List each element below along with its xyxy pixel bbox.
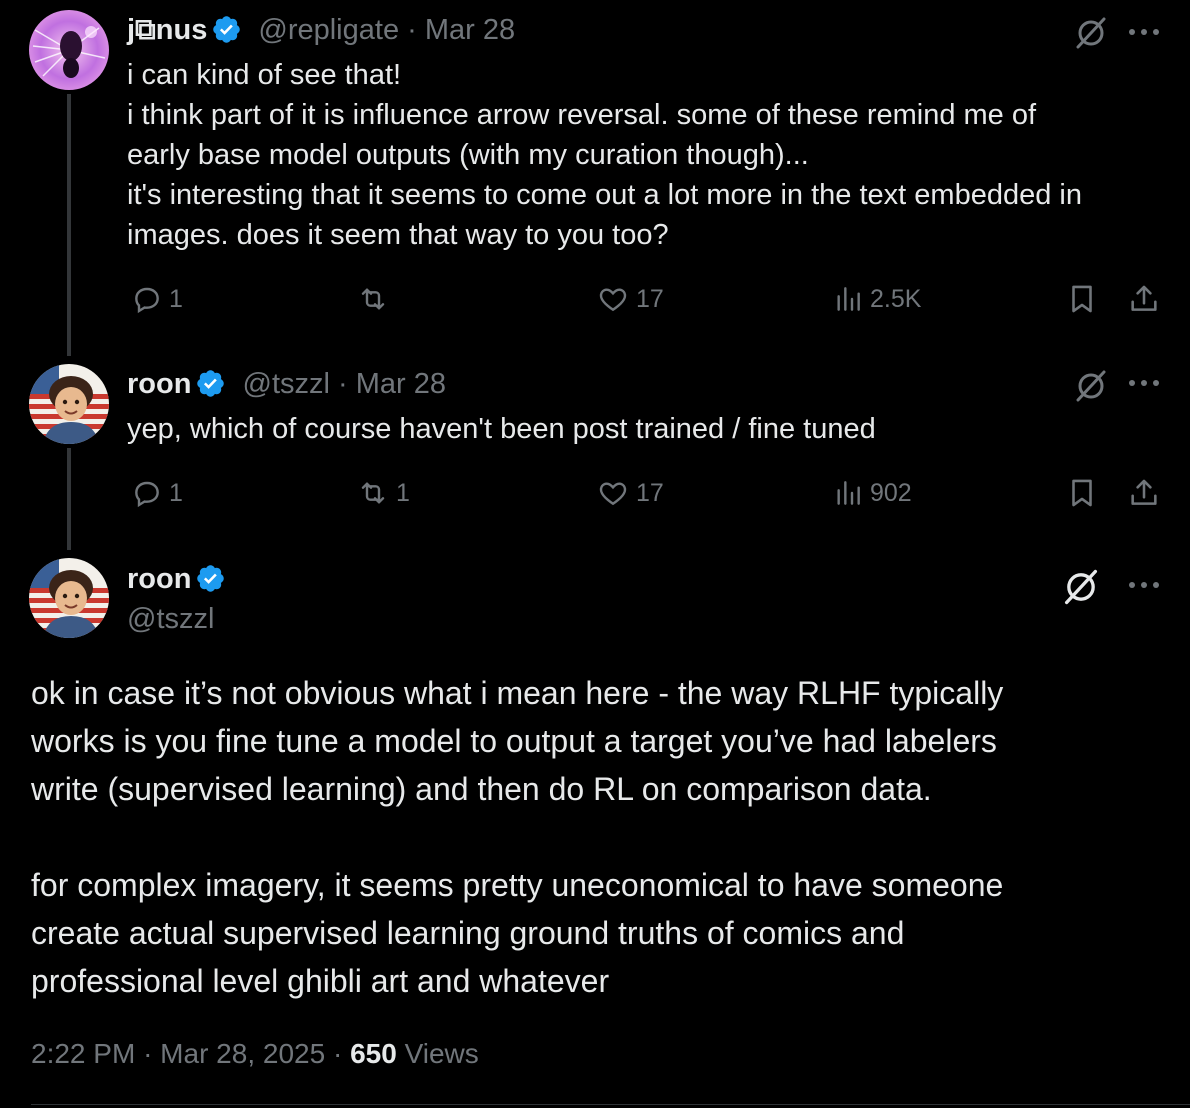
text-line: works is you fine tune a model to output… <box>31 723 997 759</box>
post-date[interactable]: Mar 28 <box>356 368 446 400</box>
tweet-2-actions: 1 1 17 902 <box>127 473 1167 513</box>
reply-icon <box>135 481 159 508</box>
divider <box>31 1104 1190 1105</box>
grok-icon[interactable] <box>1060 566 1102 608</box>
view-count: 902 <box>870 478 912 507</box>
thread-line-2 <box>67 448 71 550</box>
text-line: images. does it seem that way to you too… <box>127 219 669 251</box>
reply-icon <box>135 287 159 314</box>
main-tweet-text: ok in case it’s not obvious what i mean … <box>31 669 1003 1005</box>
repost-button[interactable]: 1 <box>356 473 410 513</box>
repost-icon <box>361 482 385 504</box>
post-date[interactable]: Mar 28 <box>425 14 515 46</box>
thread-line-1 <box>67 94 71 356</box>
reply-button[interactable]: 1 <box>131 279 183 319</box>
text-line: early base model outputs (with my curati… <box>127 139 809 171</box>
tweet-1-header: j⧉nus @repligate · Mar 28 <box>127 12 515 48</box>
views-button[interactable]: 902 <box>832 473 912 513</box>
share-icon <box>1131 479 1157 505</box>
display-name[interactable]: roon <box>127 368 191 400</box>
like-icon <box>599 482 627 506</box>
views-button[interactable]: 2.5K <box>832 279 921 319</box>
like-icon <box>599 288 627 312</box>
text-line: i can kind of see that! <box>127 59 402 91</box>
handle[interactable]: @repligate <box>258 14 399 46</box>
share-button[interactable] <box>1127 473 1161 513</box>
grok-icon[interactable] <box>1072 367 1110 405</box>
bookmark-icon <box>1072 285 1092 313</box>
avatar[interactable] <box>29 10 109 90</box>
display-name[interactable]: j⧉nus <box>127 14 207 46</box>
share-icon <box>1131 285 1157 311</box>
tweet-2-header: roon @tszzl · Mar 28 <box>127 366 446 402</box>
text-line: professional level ghibli art and whatev… <box>31 963 610 999</box>
bookmark-button[interactable] <box>1065 279 1099 319</box>
like-button[interactable]: 17 <box>596 279 664 319</box>
separator: · <box>332 1038 343 1069</box>
bookmark-icon <box>1072 479 1092 507</box>
tweet-2-text: yep, which of course haven't been post t… <box>127 409 876 449</box>
text-line: yep, which of course haven't been post t… <box>127 413 876 445</box>
like-button[interactable]: 17 <box>596 473 664 513</box>
views-icon <box>837 287 860 311</box>
bookmark-button[interactable] <box>1065 473 1099 513</box>
like-count: 17 <box>636 478 664 507</box>
tweet-1-text: i can kind of see that! i think part of … <box>127 55 1082 255</box>
main-tweet-handle[interactable]: @tszzl <box>127 601 214 637</box>
reply-button[interactable]: 1 <box>131 473 183 513</box>
like-count: 17 <box>636 284 664 313</box>
tweet-1-actions: 1 17 2.5K <box>127 279 1167 319</box>
reply-count: 1 <box>169 284 183 313</box>
avatar[interactable] <box>29 558 109 638</box>
text-line: for complex imagery, it seems pretty une… <box>31 867 1004 903</box>
text-line: ok in case it’s not obvious what i mean … <box>31 675 1004 711</box>
post-date[interactable]: Mar 28, 2025 <box>160 1038 325 1069</box>
more-icon[interactable] <box>1126 373 1162 393</box>
text-line: write (supervised learning) and then do … <box>31 771 932 807</box>
post-meta: 2:22 PM · Mar 28, 2025 · 650 Views <box>31 1036 479 1072</box>
verified-badge-icon <box>213 16 241 43</box>
repost-icon <box>361 288 385 310</box>
main-tweet-name-row: roon <box>127 561 226 597</box>
display-name[interactable]: roon <box>127 563 191 595</box>
views-count: 650 <box>350 1038 397 1069</box>
more-icon[interactable] <box>1126 22 1162 42</box>
verified-badge-icon <box>197 370 225 397</box>
separator: · <box>143 1038 153 1069</box>
more-icon[interactable] <box>1126 575 1162 595</box>
handle[interactable]: @tszzl <box>243 368 330 400</box>
avatar[interactable] <box>29 364 109 444</box>
text-line: it's interesting that it seems to come o… <box>127 179 1082 211</box>
text-line: i think part of it is influence arrow re… <box>127 99 1037 131</box>
text-line: create actual supervised learning ground… <box>31 915 905 951</box>
view-count: 2.5K <box>870 284 922 313</box>
verified-badge-icon <box>197 565 225 592</box>
separator: · <box>407 14 417 46</box>
share-button[interactable] <box>1127 279 1161 319</box>
reply-count: 1 <box>169 478 183 507</box>
grok-icon[interactable] <box>1072 14 1110 52</box>
repost-button[interactable] <box>356 279 396 319</box>
repost-count: 1 <box>396 478 410 507</box>
views-icon <box>837 481 860 505</box>
views-label: Views <box>404 1038 479 1069</box>
post-time[interactable]: 2:22 PM <box>31 1038 135 1069</box>
separator: · <box>338 368 348 400</box>
text-line <box>31 813 1003 861</box>
